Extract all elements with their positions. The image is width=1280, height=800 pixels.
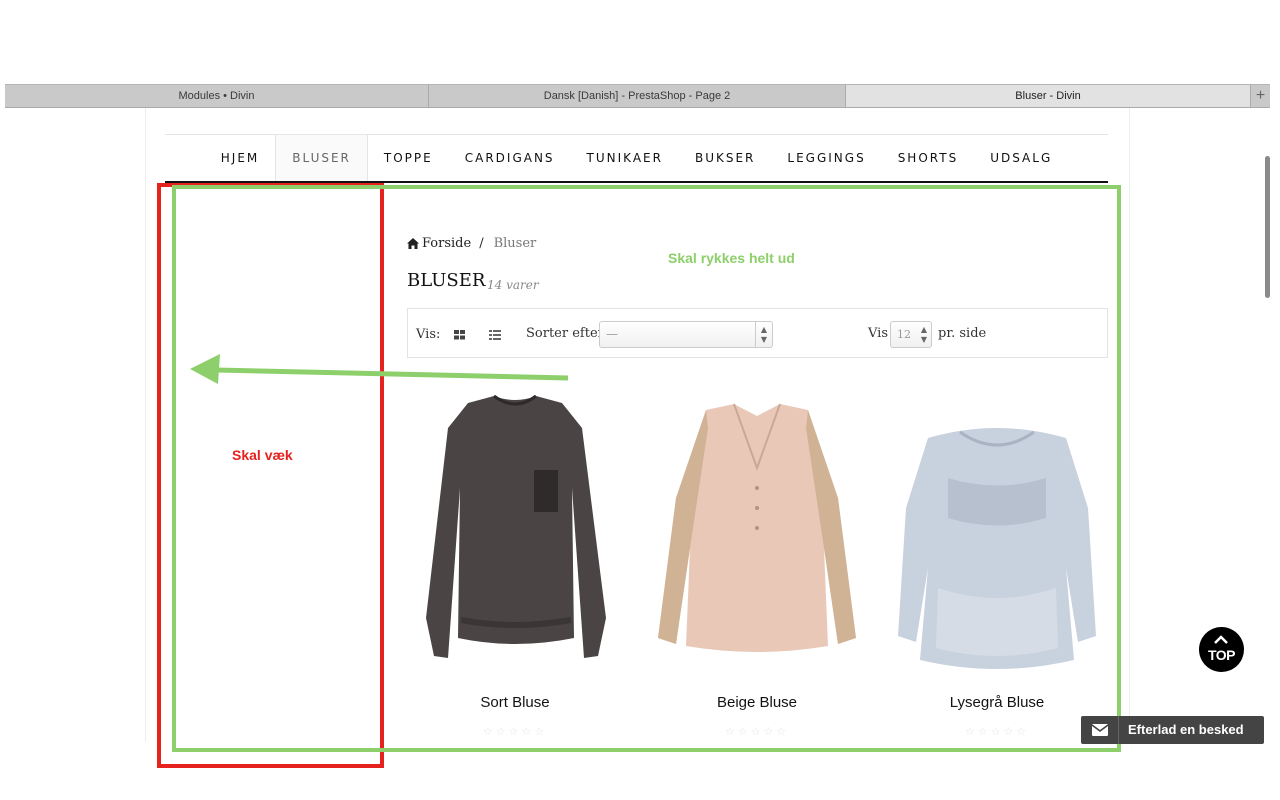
- scroll-top-button[interactable]: TOP: [1199, 627, 1244, 672]
- chat-widget[interactable]: Efterlad en besked: [1081, 716, 1264, 744]
- annotation-green-label: Skal rykkes helt ud: [668, 250, 795, 266]
- nav-item-udsalg[interactable]: UDSALG: [974, 135, 1068, 181]
- nav-item-toppe[interactable]: TOPPE: [368, 135, 449, 181]
- browser-tab[interactable]: Dansk [Danish] - PrestaShop - Page 2: [429, 85, 846, 107]
- chat-label: Efterlad en besked: [1128, 722, 1244, 737]
- browser-tab-bar: Modules • Divin Dansk [Danish] - PrestaS…: [5, 84, 1270, 108]
- chevron-up-icon: [1214, 635, 1228, 644]
- annotation-red-label: Skal væk: [232, 447, 293, 463]
- nav-item-tunikaer[interactable]: TUNIKAER: [571, 135, 679, 181]
- browser-tab[interactable]: Modules • Divin: [5, 85, 429, 107]
- nav-item-shorts[interactable]: SHORTS: [882, 135, 975, 181]
- nav-item-cardigans[interactable]: CARDIGANS: [449, 135, 571, 181]
- scrollbar-thumb[interactable]: [1265, 156, 1270, 298]
- new-tab-button[interactable]: +: [1251, 85, 1270, 107]
- nav-item-leggings[interactable]: LEGGINGS: [771, 135, 881, 181]
- main-nav: HJEM BLUSER TOPPE CARDIGANS TUNIKAER BUK…: [165, 135, 1108, 183]
- nav-item-bluser[interactable]: BLUSER: [275, 135, 368, 181]
- envelope-icon: [1081, 716, 1119, 744]
- annotation-arrow-icon: [190, 354, 569, 384]
- browser-tab-active[interactable]: Bluser - Divin: [846, 85, 1251, 107]
- nav-item-hjem[interactable]: HJEM: [205, 135, 276, 181]
- annotation-green-box: [172, 185, 1121, 752]
- nav-item-bukser[interactable]: BUKSER: [679, 135, 771, 181]
- scroll-top-label: TOP: [1207, 647, 1236, 663]
